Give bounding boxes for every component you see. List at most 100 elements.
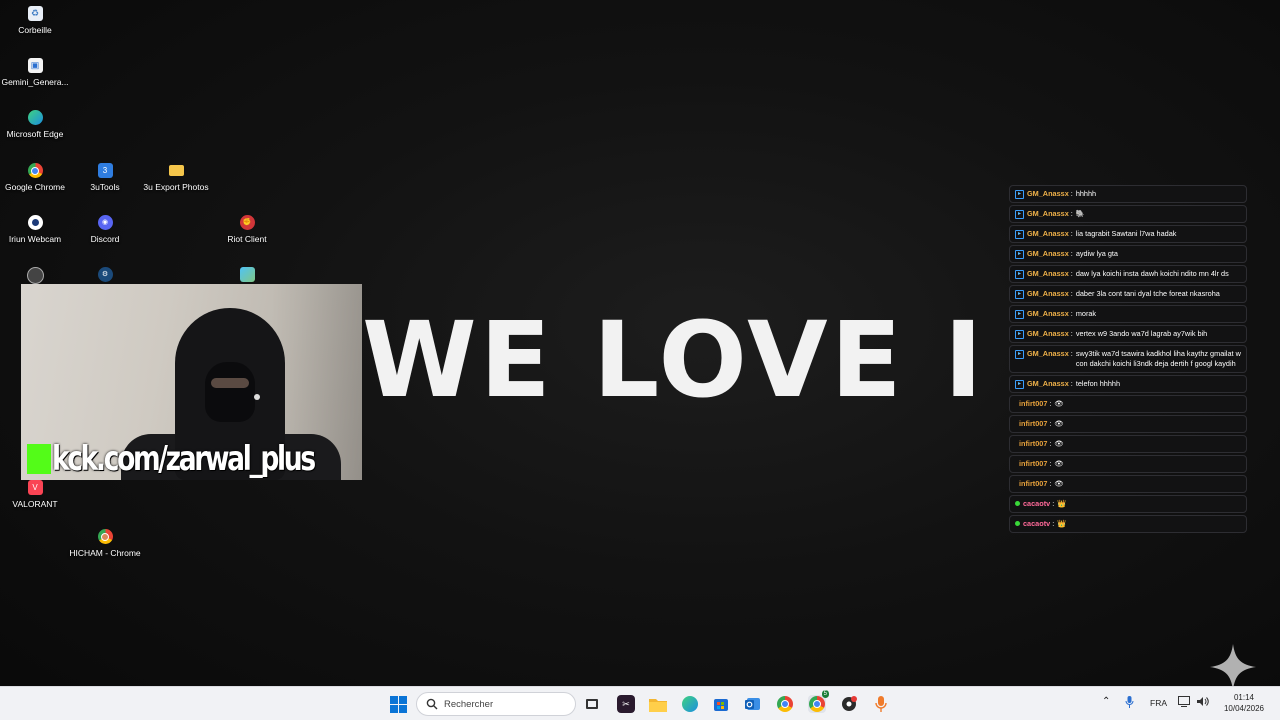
kick-url-banner: kck.com/zarwal_plus (24, 440, 362, 478)
desktop-icon-riot[interactable]: ✊ Riot Client (211, 215, 283, 245)
chat-text: telefon hhhhh (1075, 379, 1121, 388)
webcam-icon (27, 215, 43, 230)
chat-text: daw lya koichi insta dawh koichi ndito m… (1075, 269, 1229, 278)
task-view-button[interactable] (583, 695, 601, 713)
taskbar-app-recording[interactable] (840, 695, 858, 713)
chat-message: cacaotv: 👑 (1009, 515, 1247, 533)
desktop-icon-iriun[interactable]: Iriun Webcam (0, 215, 71, 245)
chat-text: 👑 (1057, 499, 1067, 508)
taskbar-app-explorer[interactable] (649, 695, 667, 713)
outlook-icon (745, 698, 760, 710)
chat-text: 👁 (1054, 439, 1064, 448)
taskbar-app-store[interactable] (712, 695, 730, 713)
taskbar-app-edge[interactable] (681, 695, 699, 713)
moderator-badge-icon: ▸ (1015, 210, 1024, 219)
notification-badge: 5 (821, 690, 829, 698)
moderator-badge-icon: ▸ (1015, 310, 1024, 319)
subscriber-badge-icon (1015, 501, 1020, 506)
clock-time: 01:14 (1233, 693, 1255, 702)
valorant-icon: V (27, 480, 43, 495)
chat-text: 👁 (1054, 459, 1064, 468)
no-badge (1015, 440, 1016, 447)
taskbar-app-chrome[interactable] (776, 695, 794, 713)
desktop-icon-3utools[interactable]: 3 3uTools (69, 163, 141, 193)
chat-username: infirt007 (1019, 479, 1048, 488)
chat-text: aydiw lya gta (1075, 249, 1118, 258)
taskbar-app-microphone[interactable] (872, 695, 890, 713)
chat-text: 👁 (1054, 479, 1064, 488)
tray-language[interactable]: FRA (1150, 698, 1167, 708)
chat-separator: : (1070, 189, 1073, 198)
chat-username: GM_Anassx (1027, 379, 1069, 388)
chat-username: GM_Anassx (1027, 189, 1069, 198)
moderator-badge-icon: ▸ (1015, 380, 1024, 389)
chat-separator: : (1049, 439, 1052, 448)
tray-volume-icon[interactable] (1197, 696, 1209, 709)
chat-text: vertex w9 3ando wa7d lagrab ay7wik bih (1075, 329, 1208, 338)
desktop-icon-gemini[interactable]: ▣ Gemini_Genera... (0, 58, 71, 88)
desktop-icon-label: Corbeille (18, 25, 52, 35)
chat-message: ▸ GM_Anassx: daber 3la cont tani dyal tche… (1009, 285, 1247, 303)
chat-message: infirt007: 👁 (1009, 415, 1247, 433)
chat-separator: : (1049, 399, 1052, 408)
chat-overlay: ▸ GM_Anassx: hhhhh ▸ GM_Anassx: 🐘 ▸ GM_Anassx: l… (1009, 185, 1247, 535)
desktop-icon-hicham[interactable]: HICHAM - Chrome (69, 529, 141, 559)
chat-message: ▸ GM_Anassx: aydiw lya gta (1009, 245, 1247, 263)
chat-text: lia tagrabit Sawtani l7wa hadak (1075, 229, 1177, 238)
desktop-icon-label: Iriun Webcam (8, 234, 62, 244)
chat-message: ▸ GM_Anassx: telefon hhhhh (1009, 375, 1247, 393)
desktop-icon-corbeille[interactable]: ♻ Corbeille (0, 6, 71, 36)
tray-clock[interactable]: 01:14 10/04/2026 (1214, 692, 1274, 714)
chat-text: 👑 (1057, 519, 1067, 528)
kick-url-text: kck.com/zarwal_plus (52, 440, 316, 478)
taskbar-app-chrome-profile[interactable]: 5 (808, 690, 829, 713)
taskbar-search-box[interactable]: Rechercher (416, 692, 576, 716)
tray-overflow-chevron-icon[interactable]: ⌃ (1102, 696, 1110, 707)
no-badge (1015, 480, 1016, 487)
no-badge (1015, 460, 1016, 467)
moderator-badge-icon: ▸ (1015, 330, 1024, 339)
chat-message: infirt007: 👁 (1009, 435, 1247, 453)
taskbar: Rechercher ✂ 5 ⌃ FRA 01:14 10/04/2026 (0, 686, 1280, 720)
desktop-icon-3u-export[interactable]: 3u Export Photos (140, 163, 212, 193)
chat-message: infirt007: 👁 (1009, 475, 1247, 493)
chat-username: cacaotv (1023, 519, 1051, 528)
chat-message: ▸ GM_Anassx: 🐘 (1009, 205, 1247, 223)
chat-username: GM_Anassx (1027, 209, 1069, 218)
chat-separator: : (1049, 419, 1052, 428)
moderator-badge-icon: ▸ (1015, 270, 1024, 279)
taskbar-app-outlook[interactable] (744, 695, 762, 713)
recycle-bin-icon: ♻ (27, 6, 43, 21)
tray-microphone-icon[interactable] (1125, 696, 1134, 710)
no-badge (1015, 400, 1016, 407)
start-button[interactable] (389, 695, 407, 713)
chat-separator: : (1070, 249, 1073, 258)
chat-message: ▸ GM_Anassx: lia tagrabit Sawtani l7wa had… (1009, 225, 1247, 243)
desktop-icon-label: 3u Export Photos (143, 182, 209, 192)
chat-text: daber 3la cont tani dyal tche foreat nka… (1075, 289, 1220, 298)
desktop-icon-chrome[interactable]: Google Chrome (0, 163, 71, 193)
chat-message: cacaotv: 👑 (1009, 495, 1247, 513)
search-icon (426, 698, 438, 710)
desktop-icon-valorant[interactable]: V VALORANT (0, 480, 71, 510)
no-badge (1015, 420, 1016, 427)
chat-separator: : (1049, 479, 1052, 488)
moderator-badge-icon: ▸ (1015, 230, 1024, 239)
desktop-icon-edge[interactable]: Microsoft Edge (0, 110, 71, 140)
chat-separator: : (1052, 499, 1055, 508)
moderator-badge-icon: ▸ (1015, 250, 1024, 259)
desktop-icon-label: 3uTools (90, 182, 120, 192)
chat-text: hhhhh (1075, 189, 1097, 198)
chat-text: 🐘 (1075, 209, 1085, 218)
subscriber-badge-icon (1015, 521, 1020, 526)
chat-text: 👁 (1054, 419, 1064, 428)
windows-logo-icon (389, 695, 407, 713)
sparkle-star-icon (1210, 644, 1256, 690)
taskbar-app-capcut[interactable]: ✂ (617, 695, 635, 713)
app-icon (239, 267, 255, 282)
chat-message: infirt007: 👁 (1009, 455, 1247, 473)
tray-network-icon[interactable] (1178, 696, 1190, 709)
desktop: ♻ Corbeille ▣ Gemini_Genera... Microsoft… (0, 0, 1280, 720)
desktop-icon-discord[interactable]: ◉ Discord (69, 215, 141, 245)
obs-icon (842, 696, 857, 711)
